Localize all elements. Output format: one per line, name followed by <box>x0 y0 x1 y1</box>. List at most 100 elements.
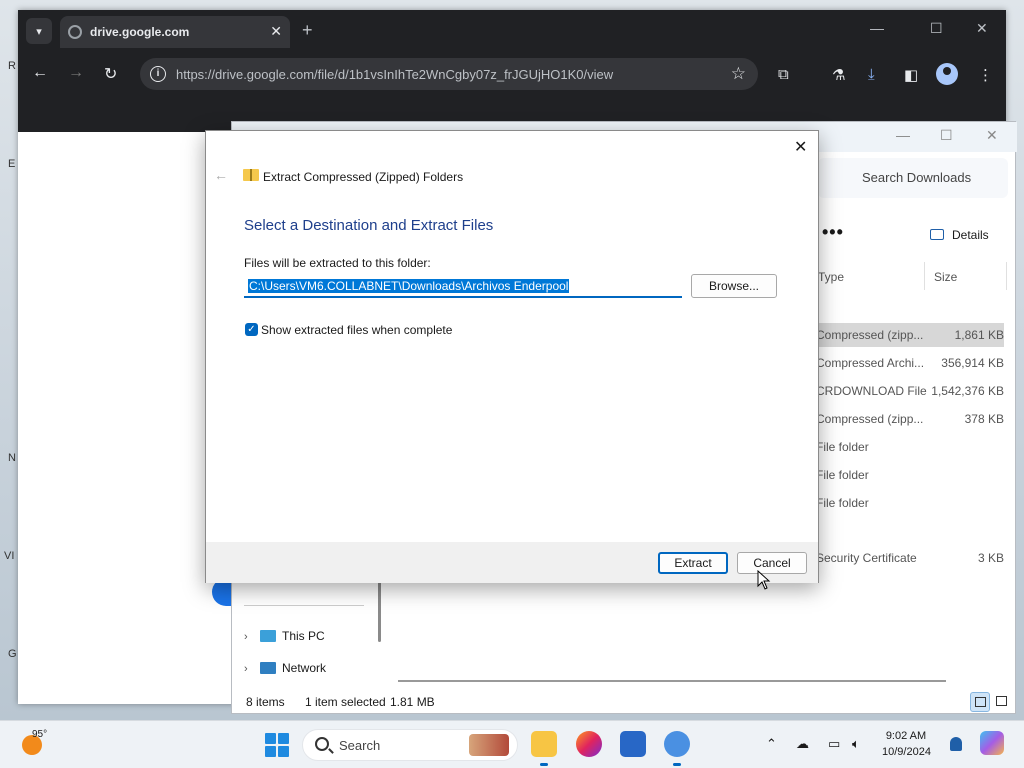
file-type: Security Certificate <box>816 551 917 565</box>
file-row[interactable] <box>816 519 1004 543</box>
details-view-button[interactable] <box>970 692 990 712</box>
tab-search-button[interactable]: ▾ <box>26 18 52 44</box>
weather-temperature[interactable]: 95° <box>32 729 47 740</box>
search-icon <box>315 737 329 751</box>
side-panel-icon[interactable]: ◧ <box>904 66 918 84</box>
column-header-size[interactable]: Size <box>934 270 957 284</box>
firefox-taskbar-icon[interactable] <box>576 731 602 757</box>
close-tab-icon[interactable]: ✕ <box>270 23 282 40</box>
close-icon[interactable]: ✕ <box>794 137 807 157</box>
system-clock[interactable]: 9:02 AM 10/9/2024 <box>882 728 931 760</box>
cancel-button[interactable]: Cancel <box>737 552 807 574</box>
browser-tab[interactable]: drive.google.com ✕ <box>60 16 290 48</box>
file-size: 1,861 KB <box>954 328 1004 342</box>
new-tab-button[interactable]: + <box>302 20 313 41</box>
computer-icon <box>260 630 276 642</box>
windows-start-icon[interactable] <box>265 733 289 757</box>
status-bar: 8 items 1 item selected 1.81 MB <box>232 690 1017 714</box>
bookmark-star-icon[interactable]: ☆ <box>731 64 746 84</box>
file-row[interactable]: CRDOWNLOAD File 1,542,376 KB <box>816 379 1004 403</box>
dialog-title: Extract Compressed (Zipped) Folders <box>263 170 464 184</box>
file-size: 1,542,376 KB <box>931 384 1004 398</box>
file-row[interactable]: Compressed (zipp... 378 KB <box>816 407 1004 431</box>
list-view-icon <box>975 697 986 707</box>
search-highlight-image <box>469 734 509 756</box>
file-type: CRDOWNLOAD File <box>816 384 927 398</box>
destination-path-input[interactable]: C:\Users\VM6.COLLABNET\Downloads\Archivo… <box>244 276 682 298</box>
browse-button[interactable]: Browse... <box>691 274 777 298</box>
nav-item-label: Network <box>282 661 327 675</box>
column-header-type[interactable]: Type <box>818 270 844 284</box>
back-icon[interactable]: ← <box>32 64 48 82</box>
tab-title: drive.google.com <box>90 25 190 39</box>
show-files-checkbox[interactable]: ✓ <box>245 323 258 336</box>
cloud-offline-icon[interactable]: ☁ <box>796 736 809 752</box>
nav-pane-divider <box>244 605 364 606</box>
chevron-right-icon[interactable]: › <box>244 631 260 643</box>
chrome-taskbar-icon[interactable] <box>664 731 690 766</box>
back-arrow-icon[interactable]: ← <box>214 167 228 183</box>
chevron-right-icon[interactable]: › <box>244 663 260 675</box>
notification-bell-icon[interactable] <box>950 737 962 751</box>
item-count: 8 items <box>246 695 285 709</box>
details-button[interactable]: Details <box>930 228 989 242</box>
labs-flask-icon[interactable]: ⚗ <box>832 66 845 84</box>
more-options-button[interactable]: ••• <box>822 222 844 243</box>
tiles-view-button[interactable] <box>992 692 1012 712</box>
file-row[interactable]: Compressed (zipp... 1,861 KB <box>816 323 1004 347</box>
nav-pane-scrollbar[interactable] <box>378 582 381 642</box>
search-label: Search <box>339 738 381 753</box>
forward-icon[interactable]: → <box>68 64 84 82</box>
microsoft-store-taskbar-icon[interactable] <box>620 731 646 757</box>
desktop-icon-label[interactable]: R <box>8 60 16 72</box>
extensions-icon[interactable]: ⧉ <box>778 66 789 83</box>
file-explorer-taskbar-icon[interactable] <box>531 731 557 766</box>
desktop-icon-label[interactable]: N <box>8 452 16 464</box>
copilot-icon[interactable] <box>980 731 1004 755</box>
nav-item-network[interactable]: › Network <box>244 661 326 681</box>
nav-item-label: This PC <box>282 629 325 643</box>
reload-icon[interactable]: ↻ <box>104 64 117 84</box>
download-icon[interactable]: ⤓ <box>868 66 875 83</box>
network-display-icon[interactable]: ▭ <box>828 736 840 752</box>
file-type: File folder <box>816 468 869 482</box>
file-row[interactable]: File folder <box>816 463 1004 487</box>
zip-folder-icon <box>243 169 259 181</box>
file-size: 3 KB <box>977 551 1004 565</box>
maximize-icon[interactable]: ☐ <box>940 127 953 144</box>
nav-item-this-pc[interactable]: › This PC <box>244 629 325 649</box>
file-row[interactable]: Compressed Archi... 356,914 KB <box>816 351 1004 375</box>
extract-dialog: ✕ ← Extract Compressed (Zipped) Folders … <box>205 130 819 583</box>
close-window-icon[interactable]: ✕ <box>986 127 998 144</box>
extract-button[interactable]: Extract <box>658 552 728 574</box>
url-text[interactable]: https://drive.google.com/file/d/1b1vsInI… <box>176 67 613 82</box>
profile-avatar[interactable] <box>936 63 958 85</box>
close-window-icon[interactable]: ✕ <box>976 20 988 37</box>
column-divider[interactable] <box>1006 262 1007 290</box>
selection-size: 1.81 MB <box>390 695 435 709</box>
destination-path-value[interactable]: C:\Users\VM6.COLLABNET\Downloads\Archivo… <box>248 279 570 293</box>
search-downloads-field[interactable]: Search Downloads <box>818 158 1008 198</box>
desktop-icon-label[interactable]: G <box>8 648 17 660</box>
file-row[interactable]: Security Certificate 3 KB <box>816 546 1004 570</box>
kebab-menu-icon[interactable]: ⋮ <box>978 66 993 84</box>
taskbar-search-box[interactable]: Search <box>302 729 518 761</box>
file-row[interactable]: File folder <box>816 435 1004 459</box>
search-placeholder: Search Downloads <box>862 170 972 185</box>
address-bar[interactable]: i https://drive.google.com/file/d/1b1vsI… <box>140 58 758 90</box>
minimize-icon[interactable]: — <box>870 20 884 36</box>
minimize-icon[interactable]: — <box>896 127 910 143</box>
file-size: 356,914 KB <box>941 356 1004 370</box>
maximize-icon[interactable]: ☐ <box>930 20 943 37</box>
desktop-icon-label[interactable]: E <box>8 158 15 170</box>
explorer-command-bar: ••• Details <box>818 218 1018 254</box>
show-hidden-icons-chevron-icon[interactable]: ⌃ <box>766 736 777 752</box>
horizontal-scrollbar[interactable] <box>398 680 946 682</box>
column-divider[interactable] <box>924 262 925 290</box>
file-row[interactable]: File folder <box>816 491 1004 515</box>
show-files-label[interactable]: Show extracted files when complete <box>261 323 452 337</box>
site-info-icon[interactable]: i <box>150 66 166 82</box>
desktop-icon-label[interactable]: VI <box>4 550 14 562</box>
file-size: 378 KB <box>964 412 1004 426</box>
volume-icon[interactable]: 🔈︎ <box>852 736 860 752</box>
